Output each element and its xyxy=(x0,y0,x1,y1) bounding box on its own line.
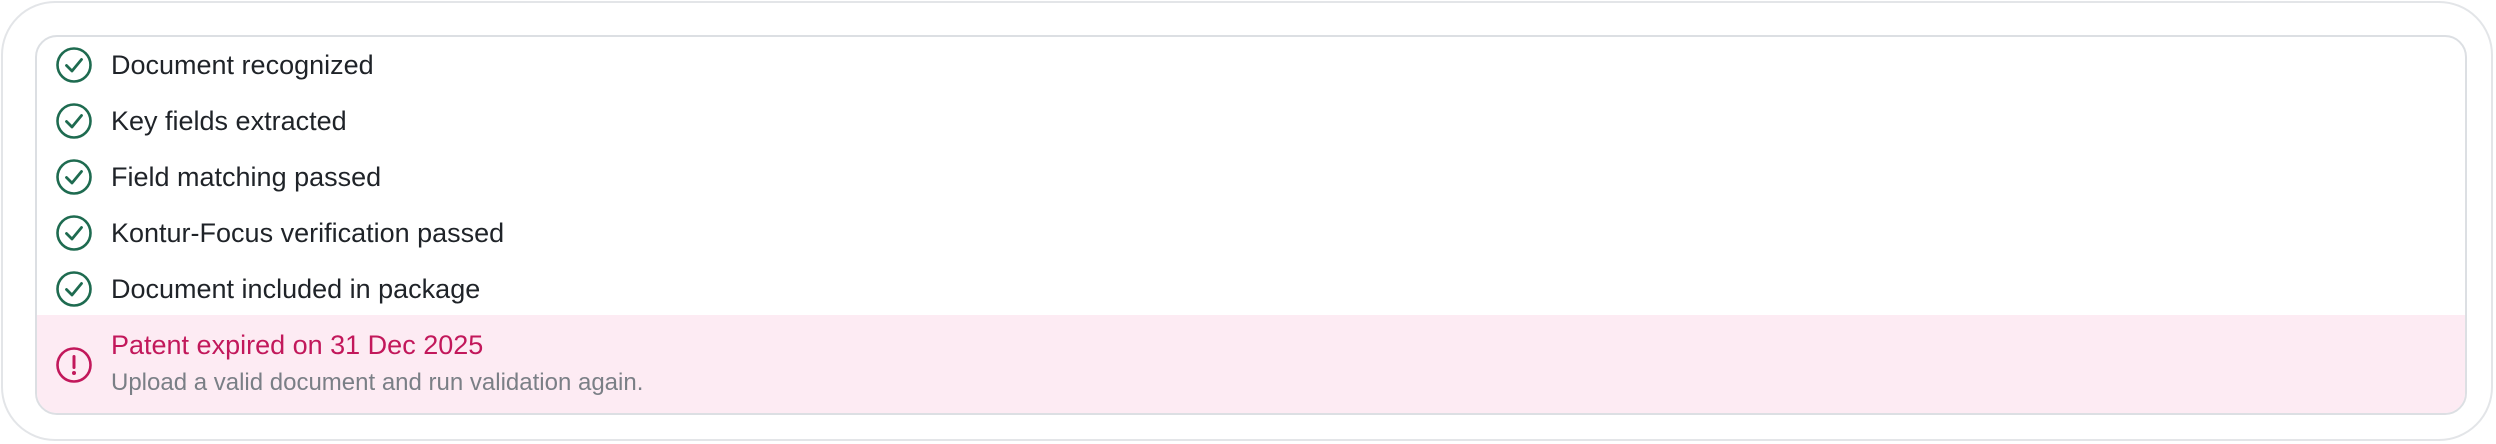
validation-card: Document recognized Key fields extracted… xyxy=(1,1,2493,441)
checklist-item-document-recognized: Document recognized xyxy=(37,37,2465,93)
checklist-item-label: Field matching passed xyxy=(111,162,382,192)
alert-message: Upload a valid document and run validati… xyxy=(111,369,644,396)
check-circle-icon xyxy=(56,271,92,307)
checklist-item-label: Kontur-Focus verification passed xyxy=(111,218,505,248)
checklist-item-label: Document recognized xyxy=(111,50,374,80)
checklist-item-document-included: Document included in package xyxy=(37,261,2465,317)
check-circle-icon xyxy=(56,47,92,83)
error-alert: Patent expired on 31 Dec 2025 Upload a v… xyxy=(37,315,2465,413)
check-circle-icon xyxy=(56,103,92,139)
check-circle-icon xyxy=(56,159,92,195)
checklist-item-key-fields-extracted: Key fields extracted xyxy=(37,93,2465,149)
checklist-item-label: Key fields extracted xyxy=(111,106,347,136)
exclamation-circle-icon xyxy=(56,347,92,383)
checklist-item-field-matching-passed: Field matching passed xyxy=(37,149,2465,205)
checklist-item-kontur-focus-verification: Kontur-Focus verification passed xyxy=(37,205,2465,261)
checklist-item-label: Document included in package xyxy=(111,274,481,304)
check-circle-icon xyxy=(56,215,92,251)
validation-results-panel: Document recognized Key fields extracted… xyxy=(35,35,2467,415)
alert-title: Patent expired on 31 Dec 2025 xyxy=(111,330,484,360)
